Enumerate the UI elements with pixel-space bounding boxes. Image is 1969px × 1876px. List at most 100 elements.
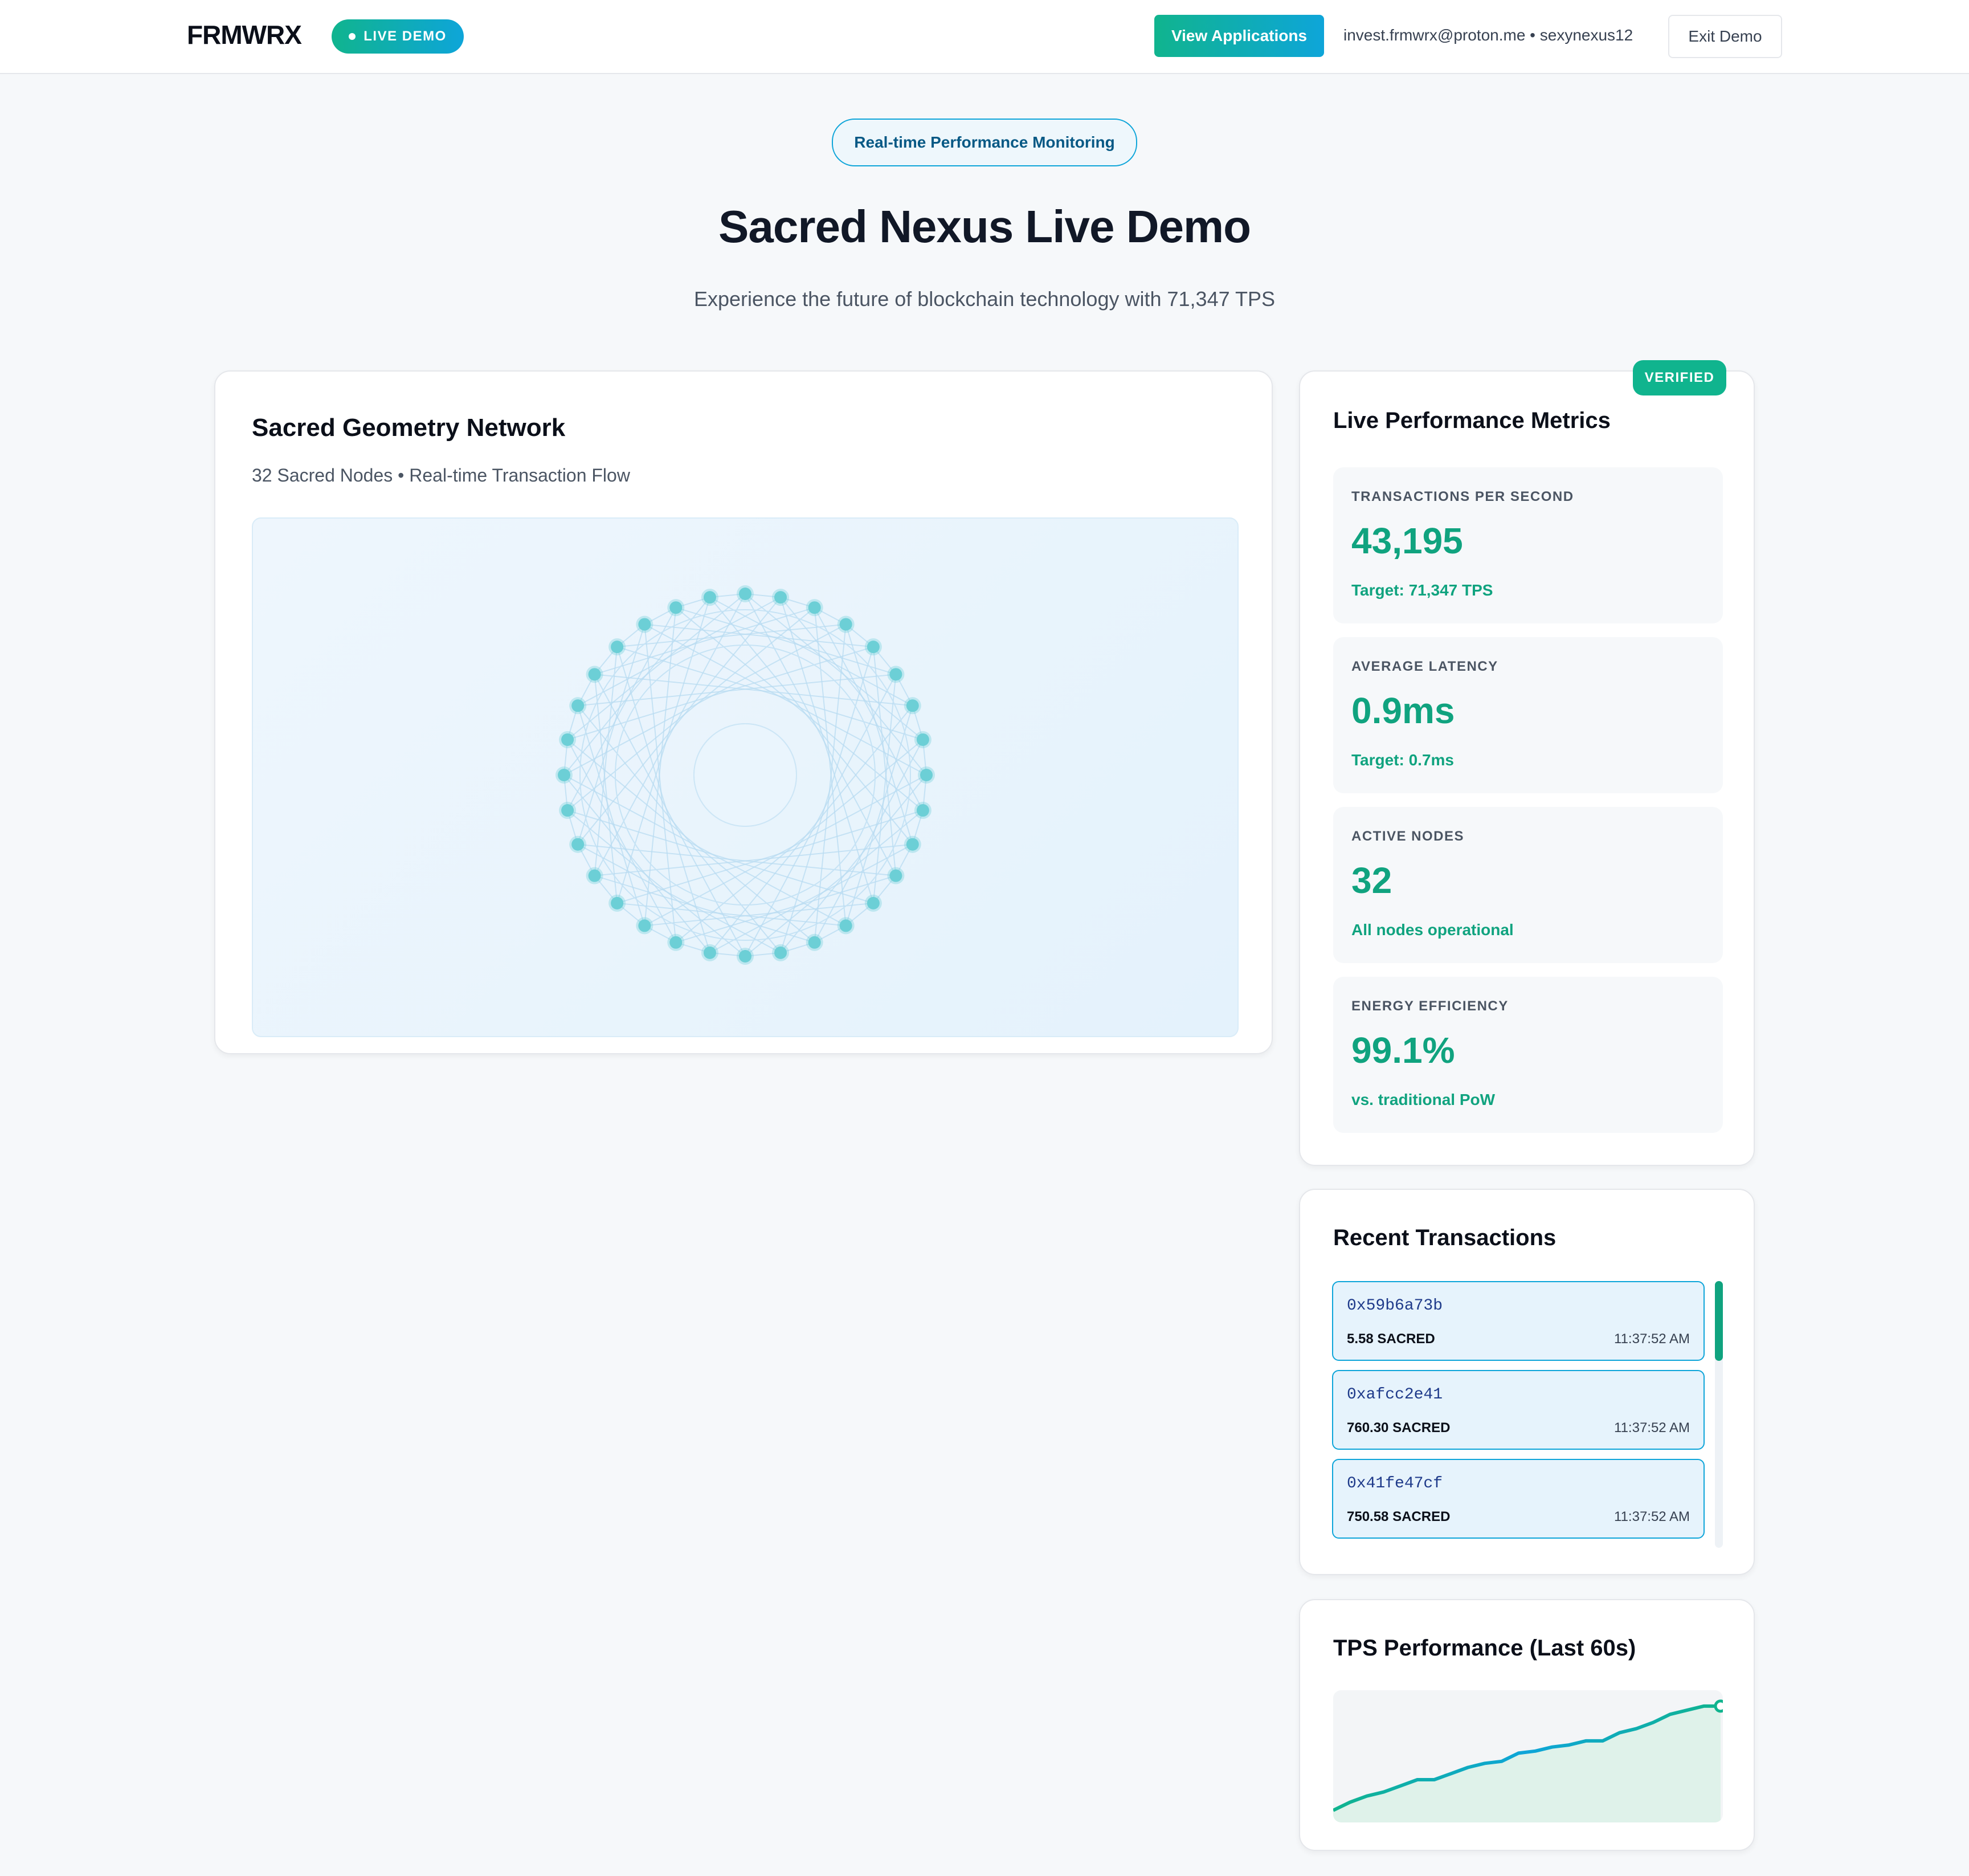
network-graph — [555, 585, 935, 965]
network-node[interactable] — [558, 769, 570, 781]
frmwrx-logo[interactable]: FRMWRX — [187, 19, 302, 50]
transaction-hash: 0xafcc2e41 — [1347, 1386, 1443, 1404]
network-node[interactable] — [808, 936, 821, 949]
network-node[interactable] — [611, 641, 624, 654]
tps-data-point — [1636, 1728, 1637, 1730]
network-node[interactable] — [920, 769, 933, 781]
live-demo-badge: LIVE DEMO — [332, 19, 464, 54]
network-node[interactable] — [571, 838, 585, 851]
top-navigation-bar: FRMWRX LIVE DEMO View Applications inves… — [0, 0, 1969, 74]
transaction-time: 11:37:52 AM — [1614, 1331, 1690, 1347]
network-node[interactable] — [916, 804, 929, 817]
transactions-scrollbar-thumb[interactable] — [1715, 1281, 1723, 1361]
network-node[interactable] — [774, 591, 787, 604]
tps-data-point — [1467, 1767, 1469, 1768]
metric-latency: AVERAGE LATENCY 0.9ms Target: 0.7ms — [1333, 637, 1723, 793]
verified-badge: VERIFIED — [1633, 360, 1726, 395]
network-node[interactable] — [703, 946, 716, 959]
transaction-item[interactable]: 0xafcc2e41 760.30 SACRED 11:37:52 AM — [1332, 1370, 1705, 1450]
transaction-item[interactable]: 0x59b6a73b 5.58 SACRED 11:37:52 AM — [1332, 1281, 1705, 1361]
network-edge — [578, 674, 896, 707]
network-edge — [644, 624, 677, 943]
network-edge — [578, 843, 896, 876]
network-node[interactable] — [611, 896, 624, 910]
tps-data-point — [1551, 1746, 1553, 1748]
network-node[interactable] — [739, 588, 751, 600]
network-edge — [577, 705, 646, 926]
network-node[interactable] — [889, 869, 902, 882]
network-edge — [676, 875, 896, 943]
tps-area-fill — [1333, 1706, 1721, 1822]
tps-line-chart — [1333, 1699, 1723, 1822]
network-node[interactable] — [669, 601, 683, 614]
exit-demo-button[interactable]: Exit Demo — [1668, 15, 1782, 58]
network-node[interactable] — [588, 869, 601, 882]
tps-data-point — [1366, 1795, 1368, 1797]
tps-data-point — [1433, 1779, 1435, 1781]
tps-data-point — [1349, 1801, 1351, 1803]
metric-tps: TRANSACTIONS PER SECOND 43,195 Target: 7… — [1333, 467, 1723, 623]
tps-data-point — [1534, 1750, 1536, 1752]
network-core — [693, 723, 797, 827]
network-edge — [594, 875, 815, 943]
view-applications-button[interactable]: View Applications — [1154, 15, 1324, 57]
metric-tps-value: 43,195 — [1351, 520, 1463, 561]
page-subtitle: Experience the future of blockchain tech… — [694, 287, 1275, 311]
network-node[interactable] — [703, 591, 716, 604]
network-edge — [594, 843, 913, 876]
network-edge — [616, 646, 710, 953]
tps-data-point — [1501, 1760, 1502, 1762]
tps-data-point — [1400, 1785, 1402, 1787]
network-node[interactable] — [889, 668, 902, 681]
network-node[interactable] — [867, 896, 880, 910]
live-performance-metrics-card: Live Performance Metrics TRANSACTIONS PE… — [1299, 370, 1755, 1166]
transaction-item[interactable]: 0x41fe47cf 750.58 SACRED 11:37:52 AM — [1332, 1459, 1705, 1539]
transactions-card-title: Recent Transactions — [1333, 1225, 1557, 1250]
network-node[interactable] — [561, 804, 574, 817]
metric-active-nodes: ACTIVE NODES 32 All nodes operational — [1333, 807, 1723, 963]
tps-data-point — [1686, 1710, 1688, 1711]
network-edge — [845, 705, 913, 926]
network-node[interactable] — [561, 733, 574, 746]
network-node[interactable] — [906, 838, 919, 851]
network-node[interactable] — [638, 618, 651, 631]
network-edge — [845, 624, 913, 845]
network-edge — [814, 607, 847, 926]
network-node[interactable] — [739, 950, 751, 963]
network-node[interactable] — [638, 919, 651, 932]
network-node[interactable] — [588, 668, 601, 681]
metric-energy-label: ENERGY EFFICIENCY — [1351, 998, 1509, 1014]
network-node[interactable] — [906, 699, 919, 712]
transactions-list[interactable]: 0x59b6a73b 5.58 SACRED 11:37:52 AM 0xafc… — [1332, 1281, 1705, 1548]
network-edge — [676, 607, 896, 675]
network-node[interactable] — [839, 919, 852, 932]
network-node[interactable] — [571, 699, 585, 712]
tps-data-point — [1602, 1740, 1604, 1742]
network-edge — [616, 646, 924, 740]
metric-latency-value: 0.9ms — [1351, 690, 1455, 731]
transaction-amount: 760.30 SACRED — [1347, 1420, 1451, 1435]
network-edge — [616, 810, 924, 904]
transaction-hash: 0x41fe47cf — [1347, 1475, 1443, 1492]
live-status-dot-icon — [349, 33, 356, 40]
network-edge — [616, 597, 710, 904]
network-card-title: Sacred Geometry Network — [252, 414, 566, 442]
network-node[interactable] — [916, 733, 929, 746]
metric-energy-value: 99.1% — [1351, 1030, 1455, 1071]
recent-transactions-card: Recent Transactions 0x59b6a73b 5.58 SACR… — [1299, 1189, 1755, 1575]
tps-current-point[interactable] — [1714, 1699, 1723, 1713]
tps-chart-area — [1333, 1690, 1723, 1822]
network-node[interactable] — [867, 641, 880, 654]
user-account-info: invest.frmwrx@proton.me • sexynexus12 — [1343, 26, 1633, 44]
network-node[interactable] — [808, 601, 821, 614]
tps-data-point — [1416, 1779, 1418, 1781]
metric-tps-label: TRANSACTIONS PER SECOND — [1351, 489, 1574, 504]
network-node[interactable] — [774, 946, 787, 959]
metric-nodes-note: All nodes operational — [1351, 921, 1514, 939]
network-node[interactable] — [669, 936, 683, 949]
sacred-geometry-network-card: Sacred Geometry Network 32 Sacred Nodes … — [214, 370, 1273, 1054]
transactions-scrollbar[interactable] — [1715, 1281, 1723, 1548]
network-visualization-canvas[interactable] — [252, 517, 1239, 1037]
metric-energy-efficiency: ENERGY EFFICIENCY 99.1% vs. traditional … — [1333, 977, 1723, 1133]
network-node[interactable] — [839, 618, 852, 631]
